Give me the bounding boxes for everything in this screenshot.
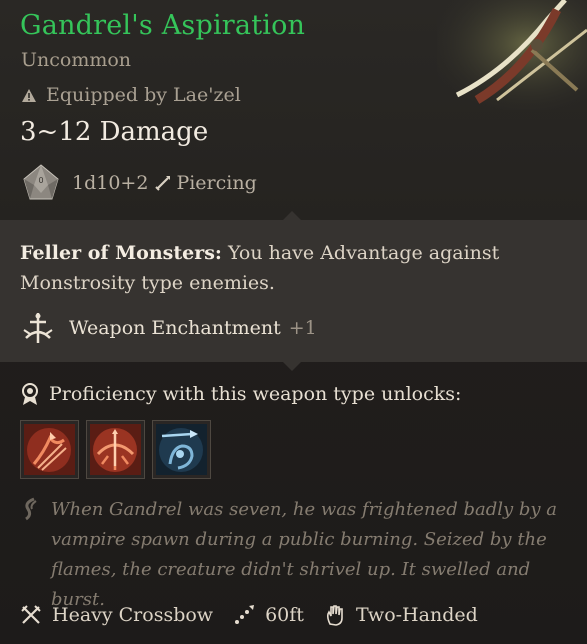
range-label: 60ft <box>265 604 304 626</box>
enchant-bonus: +1 <box>288 317 317 339</box>
weapon-enchantment-icon <box>23 313 53 343</box>
piercing-shot-icon <box>24 424 75 475</box>
piercing-icon <box>155 176 171 191</box>
crossed-swords-icon <box>21 605 41 624</box>
panel-notch-top <box>283 211 301 220</box>
equipped-by: Equipped by Lae'zel <box>21 84 241 106</box>
enchant-label: Weapon Enchantment <box>69 317 281 339</box>
proficiency-icon <box>22 383 38 405</box>
item-name: Gandrel's Aspiration <box>20 10 306 41</box>
action-piercing-shot[interactable] <box>20 420 79 479</box>
equipped-by-text: Equipped by Lae'zel <box>46 84 241 106</box>
weapon-enchantment: Weapon Enchantment +1 <box>20 310 317 346</box>
item-footer: Heavy Crossbow 60ft Two-Handed <box>20 604 498 626</box>
d10-die-icon: 0 <box>23 164 59 200</box>
range-icon <box>235 605 255 624</box>
lore-quill-icon <box>25 497 37 521</box>
item-art <box>437 0 587 110</box>
damage-line: 0 1d10+2 Piercing <box>21 163 257 203</box>
svg-text:0: 0 <box>38 176 43 185</box>
weapon-range: 60ft <box>233 604 304 626</box>
passive-name: Feller of Monsters: <box>20 242 222 264</box>
item-rarity: Uncommon <box>21 49 132 71</box>
panel-notch-bottom <box>283 362 301 371</box>
damage-dice: 1d10+2 <box>72 172 149 194</box>
item-tooltip: Gandrel's Aspiration Uncommon Equipped b… <box>0 0 587 644</box>
damage-type: Piercing <box>176 172 257 194</box>
warning-icon <box>22 88 36 102</box>
weapon-type-label: Heavy Crossbow <box>52 604 214 626</box>
hand-icon <box>326 605 343 626</box>
weapon-type: Heavy Crossbow <box>20 604 213 626</box>
brace-ranged-icon <box>90 424 141 475</box>
passive-description: Feller of Monsters: You have Advantage a… <box>20 238 560 298</box>
weapon-handedness: Two-Handed <box>324 604 478 626</box>
proficiency-label: Proficiency with this weapon type unlock… <box>49 383 462 405</box>
proficiency-actions <box>20 420 211 479</box>
handedness-label: Two-Handed <box>355 604 478 626</box>
mobile-shot-icon <box>156 424 207 475</box>
action-mobile-shot[interactable] <box>152 420 211 479</box>
proficiency-header: Proficiency with this weapon type unlock… <box>20 382 461 406</box>
damage-range: 3~12 Damage <box>20 117 209 147</box>
action-brace-ranged[interactable] <box>86 420 145 479</box>
lore-text: When Gandrel was seven, he was frightene… <box>51 499 558 610</box>
